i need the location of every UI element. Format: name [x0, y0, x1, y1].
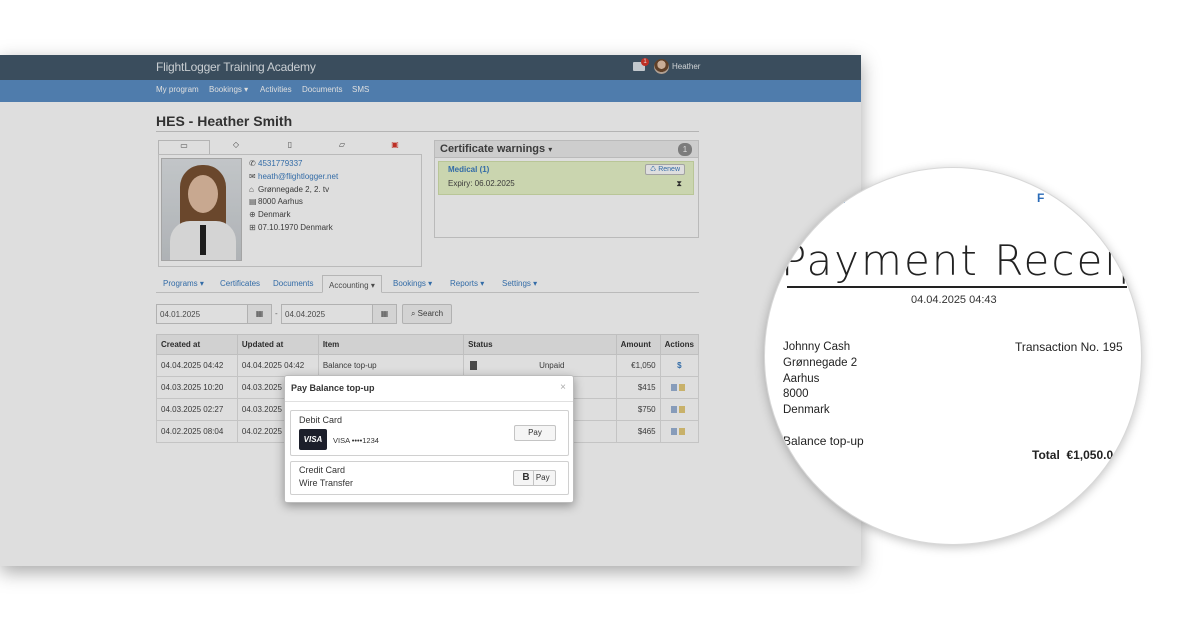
customer-street: Grønnegade 2 [783, 356, 858, 369]
transaction-number: Transaction No. 195 [1015, 340, 1123, 354]
wire-transfer-label: Wire Transfer [299, 478, 354, 488]
debit-card-option[interactable]: Debit Card VISA VISA ••••1234 Pay [290, 410, 569, 456]
customer-name: Johnny Cash [783, 341, 851, 353]
receipt-title: Payment Receipt [781, 236, 1142, 285]
debit-card-label: Debit Card [299, 415, 343, 425]
credit-card-label: Credit Card [299, 465, 346, 475]
customer-country: Denmark [783, 404, 830, 417]
receipt-address: Johnny Cash Grønnegade 2 Aarhus 8000 Den… [783, 340, 857, 419]
total-value: €1,050.0 [1066, 448, 1114, 462]
pay-modal: Pay Balance top-up × Debit Card VISA VIS… [284, 375, 574, 503]
customer-city: Aarhus [783, 372, 820, 385]
customer-postal: 8000 [783, 388, 809, 401]
receipt-total: Total €1,050.0 [1032, 448, 1113, 462]
receipt-datetime: 04.04.2025 04:43 [911, 294, 997, 306]
modal-title: Pay Balance top-up [291, 383, 375, 393]
bank-b-icon: B [519, 471, 534, 485]
total-label: Total [1032, 448, 1060, 462]
receipt-brand-logo: F [1037, 191, 1045, 205]
divider [285, 401, 573, 402]
visa-card-icon: VISA [299, 429, 327, 450]
divider [787, 286, 1127, 288]
receipt-brand-left: ger [830, 192, 848, 206]
credit-card-option[interactable]: Credit Card Wire Transfer B Pay [290, 461, 569, 495]
pay-credit-button[interactable]: B Pay [513, 470, 556, 486]
receipt-magnifier: ger F Payment Receipt 04.04.2025 04:43 J… [764, 167, 1142, 545]
card-number: VISA ••••1234 [333, 436, 379, 445]
close-icon[interactable]: × [560, 382, 566, 393]
pay-credit-label: Pay [535, 473, 550, 482]
receipt-item: Balance top-up [783, 434, 864, 448]
screenshot-stage: FlightLogger Training Academy 1 Heather … [0, 0, 1200, 619]
pay-debit-button[interactable]: Pay [514, 425, 556, 441]
